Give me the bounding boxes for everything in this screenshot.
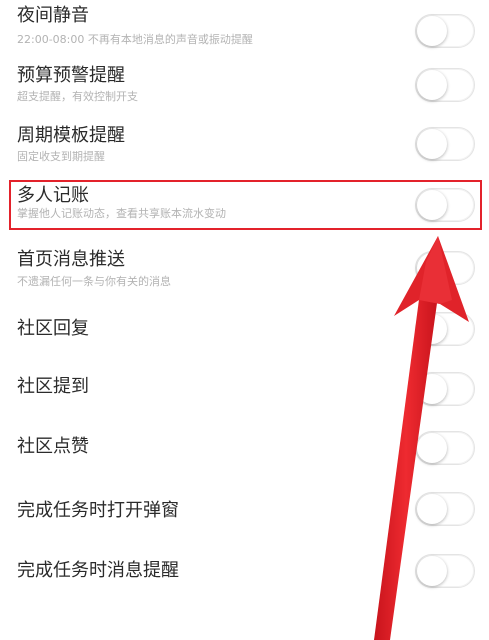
setting-title: 周期模板提醒 (17, 125, 125, 146)
toggle-switch-community-like[interactable] (415, 431, 475, 465)
toggle-knob (417, 129, 447, 159)
setting-title: 首页消息推送 (17, 249, 125, 270)
toggle-knob (417, 190, 447, 220)
toggle-knob (417, 556, 447, 586)
toggle-switch-community-mention[interactable] (415, 372, 475, 406)
setting-title: 夜间静音 (17, 5, 89, 26)
setting-row-multi-user-bookkeeping[interactable]: 多人记账 掌握他人记账动态，查看共享账本流水变动 (0, 180, 489, 240)
toggle-knob (417, 433, 447, 463)
setting-title: 多人记账 (17, 185, 89, 206)
setting-row-task-message[interactable]: 完成任务时消息提醒 (0, 542, 489, 604)
setting-row-night-mute[interactable]: 夜间静音 22:00-08:00 不再有本地消息的声音或振动提醒 (0, 0, 489, 60)
setting-title: 社区点赞 (17, 436, 89, 457)
toggle-knob (417, 374, 447, 404)
setting-subtitle: 22:00-08:00 不再有本地消息的声音或振动提醒 (17, 33, 253, 46)
toggle-switch-task-popup[interactable] (415, 492, 475, 526)
toggle-knob (417, 494, 447, 524)
toggle-switch-budget-alert[interactable] (415, 68, 475, 102)
toggle-switch-community-reply[interactable] (415, 312, 475, 346)
notification-settings-list: 夜间静音 22:00-08:00 不再有本地消息的声音或振动提醒 预算预警提醒 … (0, 0, 489, 640)
setting-row-home-push[interactable]: 首页消息推送 不遗漏任何一条与你有关的消息 (0, 240, 489, 300)
toggle-switch-night-mute[interactable] (415, 14, 475, 48)
setting-row-community-like[interactable]: 社区点赞 (0, 422, 489, 482)
setting-title: 预算预警提醒 (17, 65, 125, 86)
setting-subtitle: 固定收支到期提醒 (17, 150, 105, 163)
setting-title: 社区回复 (17, 318, 89, 339)
setting-title: 完成任务时消息提醒 (17, 560, 179, 581)
toggle-switch-multi-user-bookkeeping[interactable] (415, 188, 475, 222)
toggle-knob (417, 253, 447, 283)
setting-row-periodic-template[interactable]: 周期模板提醒 固定收支到期提醒 (0, 120, 489, 180)
setting-title: 完成任务时打开弹窗 (17, 500, 179, 521)
toggle-switch-periodic-template[interactable] (415, 127, 475, 161)
setting-subtitle: 掌握他人记账动态，查看共享账本流水变动 (17, 207, 226, 220)
toggle-switch-task-message[interactable] (415, 554, 475, 588)
toggle-knob (417, 16, 447, 46)
setting-row-task-popup[interactable]: 完成任务时打开弹窗 (0, 482, 489, 542)
setting-row-community-reply[interactable]: 社区回复 (0, 300, 489, 362)
toggle-knob (417, 70, 447, 100)
setting-row-budget-alert[interactable]: 预算预警提醒 超支提醒，有效控制开支 (0, 60, 489, 120)
setting-title: 社区提到 (17, 376, 89, 397)
setting-row-community-mention[interactable]: 社区提到 (0, 362, 489, 422)
setting-subtitle: 超支提醒，有效控制开支 (17, 90, 138, 103)
toggle-knob (417, 314, 447, 344)
setting-subtitle: 不遗漏任何一条与你有关的消息 (17, 275, 171, 288)
toggle-switch-home-push[interactable] (415, 251, 475, 285)
